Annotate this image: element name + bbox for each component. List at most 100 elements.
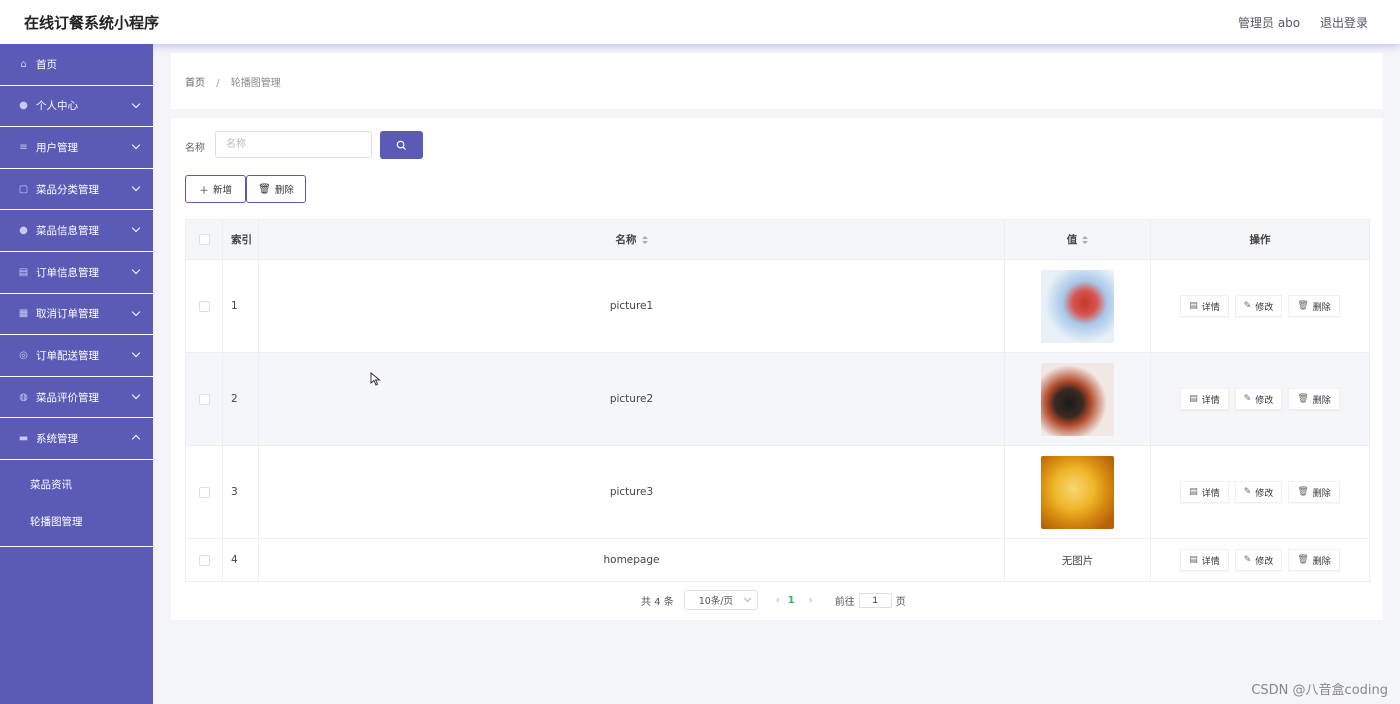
row-value: 无图片 [1005,539,1151,581]
row-checkbox[interactable] [198,486,210,498]
table-row: 4 homepage 无图片 ▤ 详情 ✎ 修改 🗑 删除 [186,539,1369,581]
add-button-label: 新增 [212,185,232,196]
next-page-icon[interactable]: › [809,595,813,606]
sidebar-subitem-dish-news[interactable]: 菜品资讯 [0,466,153,503]
search-input[interactable] [215,131,372,158]
header-index: 索引 [223,220,259,259]
header-name[interactable]: 名称 [259,220,1005,259]
page-number-current[interactable]: 1 [788,595,795,606]
chevron-down-icon [131,307,141,316]
sidebar-item-profile[interactable]: ● 个人中心 [0,86,153,128]
breadcrumb-separator: / [216,78,220,89]
edit-button[interactable]: ✎ 修改 [1234,549,1283,571]
edit-label: 修改 [1255,395,1274,406]
sidebar-item-label: 首页 [36,58,57,71]
add-button[interactable]: ＋ 新增 [185,175,246,203]
edit-button[interactable]: ✎ 修改 [1234,295,1283,317]
detail-button[interactable]: ▤ 详情 [1180,388,1229,410]
pagination-total: 共 4 条 [641,596,674,608]
select-all-cell [186,220,223,259]
sidebar-item-label: 取消订单管理 [36,308,99,321]
detail-button[interactable]: ▤ 详情 [1180,481,1229,503]
delete-label: 删除 [1312,395,1331,406]
page-size-value: 10条/页 [698,596,734,607]
sidebar-item-dish-category[interactable]: ▢ 菜品分类管理 [0,169,153,211]
document-icon: ▤ [1189,301,1198,311]
carousel-table: 索引 名称 值 操作 1 picture1 ▤ 详情 ✎ 修改 🗑 删除 2 p… [185,219,1370,582]
sidebar-item-users[interactable]: ≡ 用户管理 [0,127,153,169]
prev-page-icon[interactable]: ‹ [776,595,780,606]
row-checkbox-cell [186,446,223,538]
edit-icon: ✎ [1243,301,1252,311]
select-all-checkbox[interactable] [198,234,210,245]
sidebar-item-delivery[interactable]: ◎ 订单配送管理 [0,335,153,377]
sidebar-item-system[interactable]: ▬ 系统管理 [0,418,153,460]
row-actions: ▤ 详情 ✎ 修改 🗑 删除 [1151,446,1369,538]
search-icon [396,140,407,150]
sort-icon[interactable] [1082,235,1089,245]
sidebar-item-reviews[interactable]: ◍ 菜品评价管理 [0,377,153,419]
delete-label: 删除 [1312,556,1331,567]
header-value-label: 值 [1066,234,1078,246]
search-label: 名称 [185,143,205,154]
row-checkbox-cell [186,539,223,581]
logout-link[interactable]: 退出登录 [1320,16,1368,30]
header-ops: 操作 [1249,234,1271,246]
sidebar-item-label: 系统管理 [36,433,78,446]
current-user: 管理员 abo [1238,16,1301,30]
sidebar-item-orders[interactable]: ▤ 订单信息管理 [0,252,153,294]
goto-label: 前往 [834,596,855,608]
document-icon: ▤ [1189,487,1198,497]
row-name: picture2 [259,353,1005,445]
edit-button[interactable]: ✎ 修改 [1234,388,1283,410]
table-row: 1 picture1 ▤ 详情 ✎ 修改 🗑 删除 [186,260,1369,353]
chevron-down-icon [131,390,141,399]
detail-label: 详情 [1201,556,1220,567]
edit-label: 修改 [1255,488,1274,499]
row-checkbox[interactable] [198,554,210,566]
trash-icon: 🗑 [258,183,271,195]
goto-page-input[interactable] [858,592,892,608]
sidebar-item-label: 菜品信息管理 [36,225,99,238]
delete-button[interactable]: 🗑 删除 [1288,481,1340,503]
location-icon: ● [19,225,28,237]
user-area: 管理员 abo 退出登录 [1222,14,1368,31]
carousel-thumbnail [1041,362,1114,436]
table-row: 2 picture2 ▤ 详情 ✎ 修改 🗑 删除 [186,353,1369,446]
sort-icon[interactable] [641,235,648,245]
header-value[interactable]: 值 [1005,220,1151,259]
chevron-down-icon [131,140,141,150]
page-size-select[interactable]: 10条/页 [683,590,758,610]
sidebar-subitem-carousel[interactable]: 轮播图管理 [0,503,153,540]
row-checkbox[interactable] [198,300,210,312]
sidebar-item-label: 菜品分类管理 [36,183,99,196]
breadcrumb-home[interactable]: 首页 [185,78,205,89]
search-button[interactable] [380,131,423,159]
row-actions: ▤ 详情 ✎ 修改 🗑 删除 [1151,353,1369,445]
edit-button[interactable]: ✎ 修改 [1234,481,1283,503]
delete-button[interactable]: 🗑 删除 [1288,295,1340,317]
breadcrumb-current: 轮播图管理 [230,78,281,89]
table-header-row: 索引 名称 值 操作 [186,220,1369,260]
sidebar-item-cancel-orders[interactable]: ▦ 取消订单管理 [0,294,153,336]
detail-label: 详情 [1201,302,1220,313]
top-bar: 在线订餐系统小程序 管理员 abo 退出登录 [0,0,1400,44]
delete-button[interactable]: 🗑 删除 [1288,388,1340,410]
watermark: CSDN @八音盒coding [1251,683,1388,698]
batch-delete-button[interactable]: 🗑 删除 [246,175,306,203]
page-suffix: 页 [895,596,906,608]
chevron-down-icon [131,348,141,358]
detail-button[interactable]: ▤ 详情 [1180,295,1229,317]
row-checkbox[interactable] [198,393,210,405]
delete-button[interactable]: 🗑 删除 [1288,549,1340,571]
sidebar-item-home[interactable]: ⌂ 首页 [0,44,153,86]
chevron-up-icon [131,435,141,444]
row-index: 4 [223,539,259,581]
delivery-icon: ◎ [19,349,28,361]
detail-button[interactable]: ▤ 详情 [1180,549,1229,571]
home-icon: ⌂ [20,58,27,70]
list-icon: ≡ [19,141,28,153]
sidebar-item-label: 订单信息管理 [36,266,99,279]
row-checkbox-cell [186,260,223,352]
sidebar-item-dish-info[interactable]: ● 菜品信息管理 [0,210,153,252]
